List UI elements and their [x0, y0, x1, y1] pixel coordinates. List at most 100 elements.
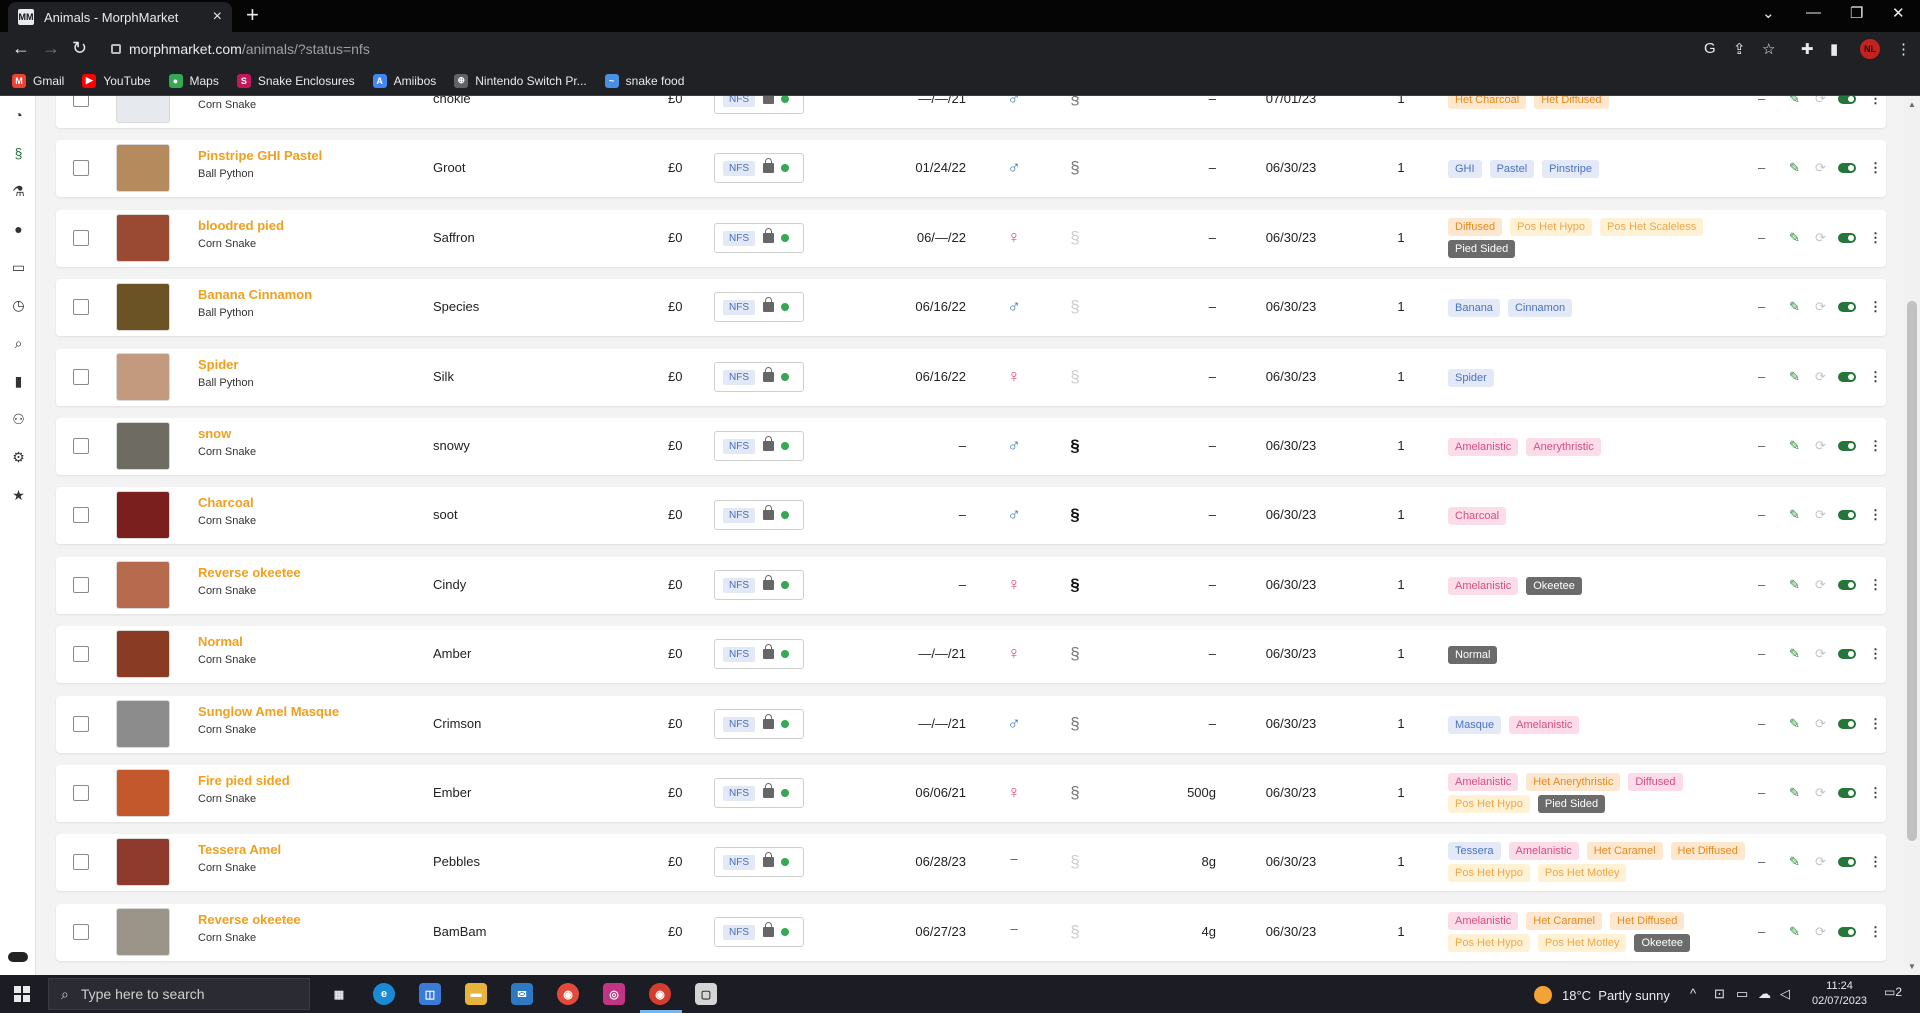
snake-icon[interactable]: § [1066, 714, 1084, 734]
status-selector[interactable]: NFS [714, 500, 804, 530]
generic-app-icon[interactable]: ▢ [695, 983, 717, 1005]
bookmark-item[interactable]: ▶ YouTube [82, 73, 151, 88]
animal-thumbnail[interactable] [116, 491, 170, 539]
more-options-icon[interactable]: ⋮ [1869, 230, 1882, 246]
row-checkbox[interactable] [73, 230, 89, 246]
new-tab-icon[interactable]: + [246, 4, 259, 26]
animal-title-link[interactable]: Banana Cinnamon [198, 287, 312, 302]
more-options-icon[interactable]: ⋮ [1869, 785, 1882, 801]
onedrive-icon[interactable]: ☁ [1758, 986, 1771, 1002]
search-icon[interactable]: ⌕ [10, 335, 27, 352]
animal-title-link[interactable]: Reverse okeetee [198, 565, 301, 580]
animal-thumbnail[interactable] [116, 561, 170, 609]
visibility-toggle[interactable] [1838, 510, 1856, 520]
more-options-icon[interactable]: ⋮ [1869, 716, 1882, 732]
bookmark-item[interactable]: ● Maps [168, 73, 219, 88]
file-explorer-icon[interactable]: ▬ [465, 983, 487, 1005]
more-options-icon[interactable]: ⋮ [1869, 438, 1882, 454]
animal-thumbnail[interactable] [116, 144, 170, 192]
more-options-icon[interactable]: ⋮ [1869, 646, 1882, 662]
snake-icon[interactable]: § [1066, 367, 1084, 387]
more-options-icon[interactable]: ⋮ [1869, 160, 1882, 176]
visibility-toggle[interactable] [1838, 441, 1856, 451]
mail-icon[interactable]: ✉ [511, 983, 533, 1005]
status-selector[interactable]: NFS [714, 153, 804, 183]
visibility-toggle[interactable] [1838, 96, 1856, 104]
row-checkbox[interactable] [73, 438, 89, 454]
scrollbar-thumb[interactable] [1907, 301, 1917, 841]
status-selector[interactable]: NFS [714, 223, 804, 253]
table-row[interactable]: Pinstripe GHI Pastel Ball Python Groot £0 NF… [56, 140, 1886, 197]
row-checkbox[interactable] [73, 854, 89, 870]
store-icon[interactable]: ◫ [419, 983, 441, 1005]
visibility-toggle[interactable] [1838, 233, 1856, 243]
status-selector[interactable]: NFS [714, 292, 804, 322]
edit-pencil-icon[interactable]: ✎ [1789, 230, 1800, 246]
egg-icon[interactable]: ● [10, 221, 27, 238]
sync-icon[interactable]: ⟳ [1815, 299, 1826, 315]
table-row[interactable]: Reverse okeetee Corn Snake BamBam £0 NFS 06/2… [56, 904, 1886, 961]
back-icon[interactable]: ← [12, 38, 30, 58]
row-checkbox[interactable] [73, 785, 89, 801]
status-selector[interactable]: NFS [714, 709, 804, 739]
table-row[interactable]: Tessera Amel Corn Snake Pebbles £0 NFS 06/28/… [56, 834, 1886, 891]
star-icon[interactable]: ★ [10, 487, 27, 504]
settings-gear-icon[interactable]: ⚙ [10, 449, 27, 466]
row-checkbox[interactable] [73, 369, 89, 385]
sync-icon[interactable]: ⟳ [1815, 507, 1826, 523]
row-checkbox[interactable] [73, 924, 89, 940]
chrome-active-icon[interactable]: ◉ [649, 983, 671, 1005]
more-options-icon[interactable]: ⋮ [1869, 854, 1882, 870]
animal-thumbnail[interactable] [116, 353, 170, 401]
weather-widget[interactable]: 18°C Partly sunny [1534, 986, 1670, 1004]
table-row[interactable]: Normal Corn Snake Amber £0 NFS —/—/21 ♀ § – 06/30… [56, 626, 1886, 683]
animal-thumbnail[interactable] [116, 700, 170, 748]
snake-icon[interactable]: § [1066, 96, 1084, 109]
table-row[interactable]: normalCorn Snakechokie£0NFS—/—/21♂§–07/0… [56, 96, 1886, 128]
edit-pencil-icon[interactable]: ✎ [1789, 438, 1800, 454]
edit-pencil-icon[interactable]: ✎ [1789, 507, 1800, 523]
edit-pencil-icon[interactable]: ✎ [1789, 924, 1800, 940]
animal-thumbnail[interactable] [116, 96, 170, 123]
dashboard-icon[interactable]: ◔ [10, 107, 27, 124]
animal-title-link[interactable]: Tessera Amel [198, 842, 281, 857]
snake-icon[interactable]: § [1066, 783, 1084, 803]
taskbar-clock[interactable]: 11:24 02/07/2023 [1812, 979, 1867, 1009]
animal-thumbnail[interactable] [116, 838, 170, 886]
visibility-toggle[interactable] [1838, 580, 1856, 590]
snake-icon[interactable]: § [1066, 644, 1084, 664]
animal-thumbnail[interactable] [116, 422, 170, 470]
more-options-icon[interactable]: ⋮ [1869, 507, 1882, 523]
animal-title-link[interactable]: Sunglow Amel Masque [198, 704, 339, 719]
row-checkbox[interactable] [73, 507, 89, 523]
more-options-icon[interactable]: ⋮ [1869, 924, 1882, 940]
status-selector[interactable]: NFS [714, 778, 804, 808]
volume-icon[interactable]: ◁ [1780, 986, 1790, 1002]
google-icon[interactable]: G [1704, 40, 1716, 57]
row-checkbox[interactable] [73, 716, 89, 732]
status-selector[interactable]: NFS [714, 96, 804, 114]
page-scrollbar[interactable]: ▲ ▼ [1904, 96, 1920, 975]
animal-title-link[interactable]: Fire pied sided [198, 773, 290, 788]
animal-title-link[interactable]: snow [198, 426, 231, 441]
table-row[interactable]: Spider Ball Python Silk £0 NFS 06/16/22 ♀ § – 06/… [56, 349, 1886, 406]
sync-icon[interactable]: ⟳ [1815, 230, 1826, 246]
row-checkbox[interactable] [73, 299, 89, 315]
sync-icon[interactable]: ⟳ [1815, 160, 1826, 176]
table-row[interactable]: bloodred pied Corn Snake Saffron £0 NFS 06/—/… [56, 210, 1886, 267]
edit-pencil-icon[interactable]: ✎ [1789, 785, 1800, 801]
more-options-icon[interactable]: ⋮ [1869, 369, 1882, 385]
animal-thumbnail[interactable] [116, 769, 170, 817]
edit-pencil-icon[interactable]: ✎ [1789, 160, 1800, 176]
row-checkbox[interactable] [73, 646, 89, 662]
edit-pencil-icon[interactable]: ✎ [1789, 96, 1800, 107]
bookmark-star-icon[interactable]: ☆ [1762, 40, 1775, 58]
edit-pencil-icon[interactable]: ✎ [1789, 854, 1800, 870]
animal-thumbnail[interactable] [116, 283, 170, 331]
more-options-icon[interactable]: ⋮ [1869, 299, 1882, 315]
bookmark-icon[interactable]: ▮ [10, 373, 27, 390]
animal-title-link[interactable]: Spider [198, 357, 238, 372]
snake-icon[interactable]: § [1066, 505, 1084, 525]
windows-start-icon[interactable] [14, 986, 30, 1002]
bookmark-item[interactable]: A Amiibos [372, 73, 436, 88]
